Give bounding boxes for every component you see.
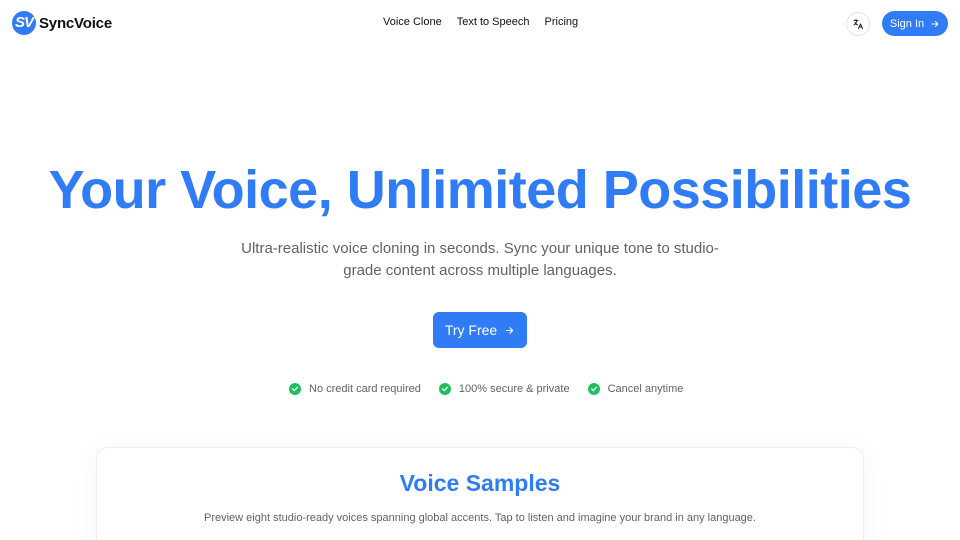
voice-samples-title: Voice Samples [399, 470, 561, 496]
brand-name: SyncVoice [39, 14, 112, 32]
nav-link-pricing[interactable]: Pricing [545, 16, 579, 28]
voice-samples-card: Voice Samples Preview eight studio-ready… [96, 447, 864, 540]
translate-icon [853, 19, 863, 29]
top-nav: SV SyncVoice Voice Clone Text to Speech … [0, 0, 960, 46]
nav-link-voice-clone[interactable]: Voice Clone [383, 16, 442, 28]
logo-mark: SV [12, 11, 36, 35]
feature-item: Cancel anytime [587, 383, 684, 395]
voice-samples-subtitle: Preview eight studio-ready voices spanni… [204, 512, 756, 524]
sign-in-button[interactable]: Sign In [882, 11, 948, 36]
check-circle-icon [587, 383, 600, 395]
feature-label: Cancel anytime [607, 383, 684, 395]
check-circle-icon [289, 383, 301, 395]
feature-item: No credit card required [289, 383, 421, 395]
feature-item: 100% secure & private [438, 383, 570, 395]
try-free-button[interactable]: Try Free [433, 312, 527, 348]
feature-label: No credit card required [309, 383, 421, 395]
arrow-right-icon [931, 20, 939, 27]
feature-label: 100% secure & private [458, 383, 570, 395]
sign-in-label: Sign In [889, 17, 925, 30]
main-nav: Voice Clone Text to Speech Pricing [383, 16, 578, 28]
language-button[interactable] [846, 12, 870, 36]
check-circle-icon [438, 383, 451, 395]
hero-title: Your Voice, Unlimited Possibilities [48, 160, 912, 220]
nav-link-text-to-speech[interactable]: Text to Speech [457, 16, 530, 28]
try-free-label: Try Free [444, 322, 498, 338]
arrow-right-icon [505, 326, 514, 334]
brand-logo[interactable]: SV SyncVoice [12, 11, 112, 35]
hero-subtitle: Ultra-realistic voice cloning in seconds… [241, 240, 719, 279]
feature-list: No credit card required 100% secure & pr… [289, 383, 683, 395]
